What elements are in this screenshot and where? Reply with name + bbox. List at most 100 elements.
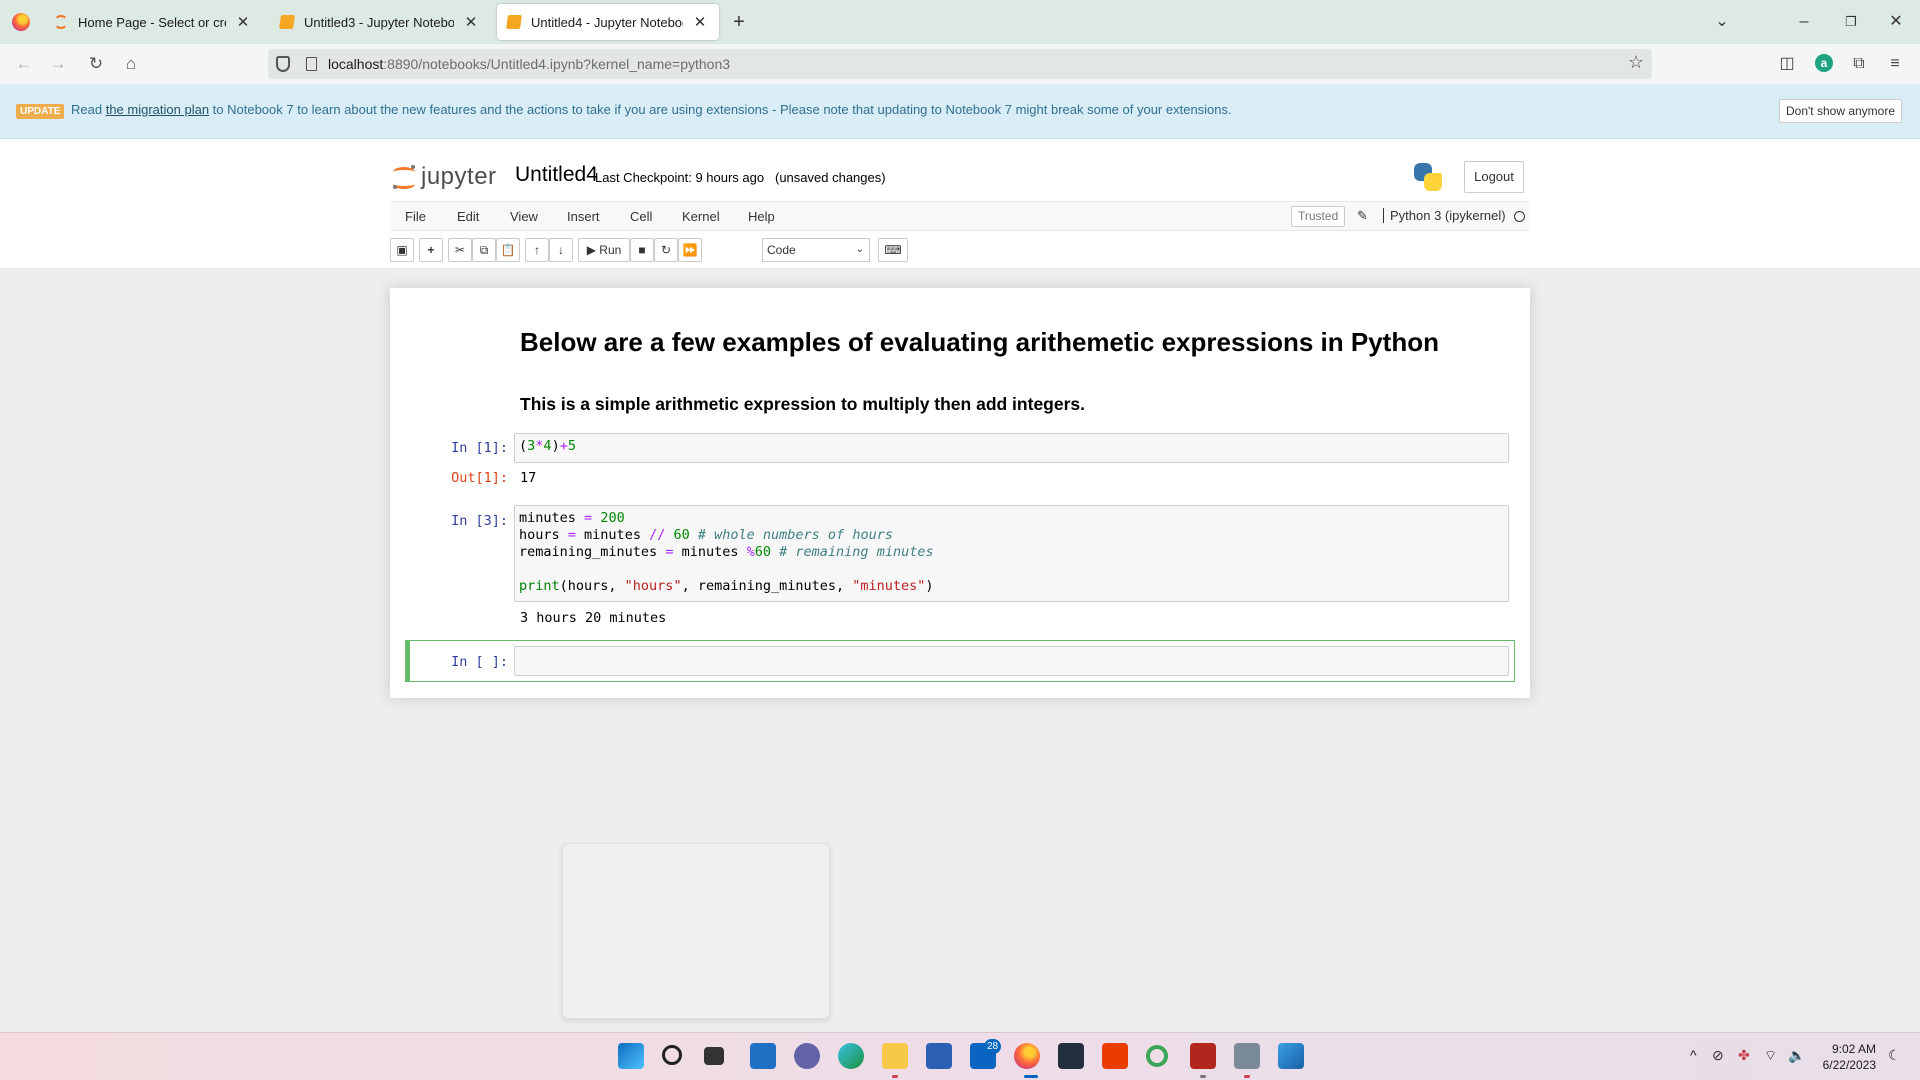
reload-icon[interactable]: ↻: [82, 50, 110, 78]
windows-start-icon[interactable]: [618, 1043, 644, 1069]
firefox-icon[interactable]: [1014, 1043, 1040, 1069]
url-text[interactable]: localhost:8890/notebooks/Untitled4.ipynb…: [328, 56, 730, 72]
dont-show-anymore-button[interactable]: Don't show anymore: [1779, 99, 1903, 123]
close-icon[interactable]: ✕: [462, 13, 480, 31]
forward-icon[interactable]: →: [44, 50, 72, 78]
bookmark-star-icon[interactable]: ☆: [1628, 52, 1644, 73]
kernel-name[interactable]: Python 3 (ipykernel): [1383, 208, 1506, 223]
jupyter-header: jupyter Untitled4 Last Checkpoint: 9 hou…: [0, 139, 1920, 269]
restart-icon[interactable]: ↻: [654, 238, 678, 262]
jupyter-orbit-icon: [393, 165, 417, 189]
cut-icon[interactable]: ✂: [448, 238, 472, 262]
move-up-icon[interactable]: ↑: [525, 238, 549, 262]
run-button[interactable]: ▶ Run: [578, 238, 630, 262]
dropbox-icon[interactable]: ✤: [1738, 1047, 1750, 1064]
update-badge: UPDATE: [16, 104, 65, 119]
office-icon[interactable]: [1102, 1043, 1128, 1069]
close-window-icon[interactable]: ✕: [1882, 8, 1910, 36]
last-checkpoint: Last Checkpoint: 9 hours ago: [595, 170, 765, 185]
photos-app-icon[interactable]: [1278, 1043, 1304, 1069]
copy-icon[interactable]: ⧉: [472, 238, 496, 262]
pocket-icon[interactable]: ◫: [1773, 50, 1801, 78]
page-icon[interactable]: [306, 57, 317, 71]
output-prompt: Out[1]:: [451, 470, 508, 486]
tab-title: Untitled4 - Jupyter Notebook: [531, 14, 683, 30]
close-icon[interactable]: ✕: [691, 13, 709, 31]
input-prompt: In [1]:: [451, 440, 508, 456]
code-cell-input[interactable]: minutes = 200 hours = minutes // 60 # wh…: [514, 505, 1509, 602]
close-icon[interactable]: ✕: [234, 13, 252, 31]
save-icon[interactable]: ▣: [390, 238, 414, 262]
address-bar[interactable]: localhost:8890/notebooks/Untitled4.ipynb…: [268, 49, 1652, 79]
notebook-container: Below are a few examples of evaluating a…: [390, 288, 1530, 698]
code-text: minutes = 200 hours = minutes // 60 # wh…: [519, 510, 934, 594]
wifi-icon[interactable]: ⌔: [1764, 1047, 1777, 1065]
file-explorer-icon[interactable]: [882, 1043, 908, 1069]
menu-edit[interactable]: Edit: [457, 209, 479, 224]
code-cell-input[interactable]: (3*4)+5: [514, 433, 1509, 463]
insert-cell-icon[interactable]: +: [419, 238, 443, 262]
task-view-icon[interactable]: [704, 1047, 724, 1065]
tab-title: Home Page - Select or create a: [78, 14, 226, 30]
running-indicator: [1244, 1075, 1250, 1078]
amazon-icon[interactable]: [1058, 1043, 1084, 1069]
empty-code-cell-input[interactable]: [514, 646, 1509, 676]
paste-icon[interactable]: 📋: [496, 238, 520, 262]
system-clock[interactable]: 9:02 AM 6/22/2023: [1816, 1041, 1876, 1073]
firefox-menu-icon[interactable]: [12, 13, 30, 31]
widgets-icon[interactable]: [750, 1043, 776, 1069]
tab-home-page[interactable]: Home Page - Select or create a ✕: [44, 4, 262, 40]
menu-help[interactable]: Help: [748, 209, 775, 224]
menu-view[interactable]: View: [510, 209, 538, 224]
logout-button[interactable]: Logout: [1464, 161, 1524, 193]
circle-app-icon[interactable]: [1146, 1045, 1168, 1067]
printer-app-icon[interactable]: [1234, 1043, 1260, 1069]
ks-app-icon[interactable]: [1190, 1043, 1216, 1069]
account-avatar[interactable]: a: [1815, 54, 1833, 72]
update-banner: UPDATE Read the migration plan to Notebo…: [0, 84, 1920, 139]
menu-cell[interactable]: Cell: [630, 209, 652, 224]
url-path: :8890/notebooks/Untitled4.ipynb?kernel_n…: [383, 56, 731, 72]
tab-untitled3[interactable]: Untitled3 - Jupyter Notebook ✕: [270, 4, 490, 40]
store-icon[interactable]: [926, 1043, 952, 1069]
banner-text-before: Read: [71, 102, 106, 117]
cell-type-select[interactable]: Code ⌄: [762, 238, 870, 262]
active-indicator: [1024, 1075, 1038, 1078]
search-icon[interactable]: [662, 1045, 682, 1065]
trusted-indicator[interactable]: Trusted: [1291, 206, 1346, 227]
chat-icon[interactable]: [794, 1043, 820, 1069]
input-prompt: In [3]:: [451, 513, 508, 529]
notebook-name[interactable]: Untitled4: [515, 163, 598, 187]
menu-insert[interactable]: Insert: [567, 209, 600, 224]
extensions-icon[interactable]: ⧉: [1845, 50, 1873, 78]
volume-icon[interactable]: 🔈: [1788, 1047, 1805, 1064]
tab-untitled4[interactable]: Untitled4 - Jupyter Notebook ✕: [497, 4, 719, 40]
banner-text-after: to Notebook 7 to learn about the new fea…: [209, 102, 1232, 117]
list-all-tabs-icon[interactable]: ⌄: [1708, 8, 1736, 36]
menu-kernel[interactable]: Kernel: [682, 209, 720, 224]
hamburger-menu-icon[interactable]: ≡: [1881, 50, 1909, 78]
notebook-icon: [506, 15, 522, 29]
minimize-icon[interactable]: –: [1790, 8, 1818, 36]
menu-file[interactable]: File: [405, 209, 426, 224]
jupyter-logo[interactable]: jupyter: [393, 161, 497, 193]
menu-bar: File Edit View Insert Cell Kernel Help T…: [390, 201, 1530, 231]
running-indicator: [892, 1075, 898, 1078]
back-icon[interactable]: ←: [10, 50, 38, 78]
network-off-icon[interactable]: ⊘: [1712, 1047, 1724, 1064]
notification-moon-icon[interactable]: ☾: [1888, 1047, 1901, 1064]
keyboard-icon[interactable]: ⌨: [878, 238, 908, 262]
browser-nav-bar: ← → ↻ ⌂ localhost:8890/notebooks/Untitle…: [0, 44, 1920, 84]
home-icon[interactable]: ⌂: [117, 50, 145, 78]
migration-plan-link[interactable]: the migration plan: [106, 102, 209, 117]
interrupt-icon[interactable]: ■: [630, 238, 654, 262]
restart-run-all-icon[interactable]: ⏩: [678, 238, 702, 262]
new-tab-button[interactable]: +: [725, 8, 753, 36]
pencil-icon[interactable]: ✎: [1357, 208, 1368, 224]
edge-icon[interactable]: [838, 1043, 864, 1069]
move-down-icon[interactable]: ↓: [549, 238, 573, 262]
run-label: Run: [599, 243, 622, 257]
chevron-up-icon[interactable]: ^: [1690, 1047, 1697, 1063]
restore-icon[interactable]: ❐: [1837, 8, 1865, 36]
shield-icon[interactable]: [276, 56, 290, 72]
